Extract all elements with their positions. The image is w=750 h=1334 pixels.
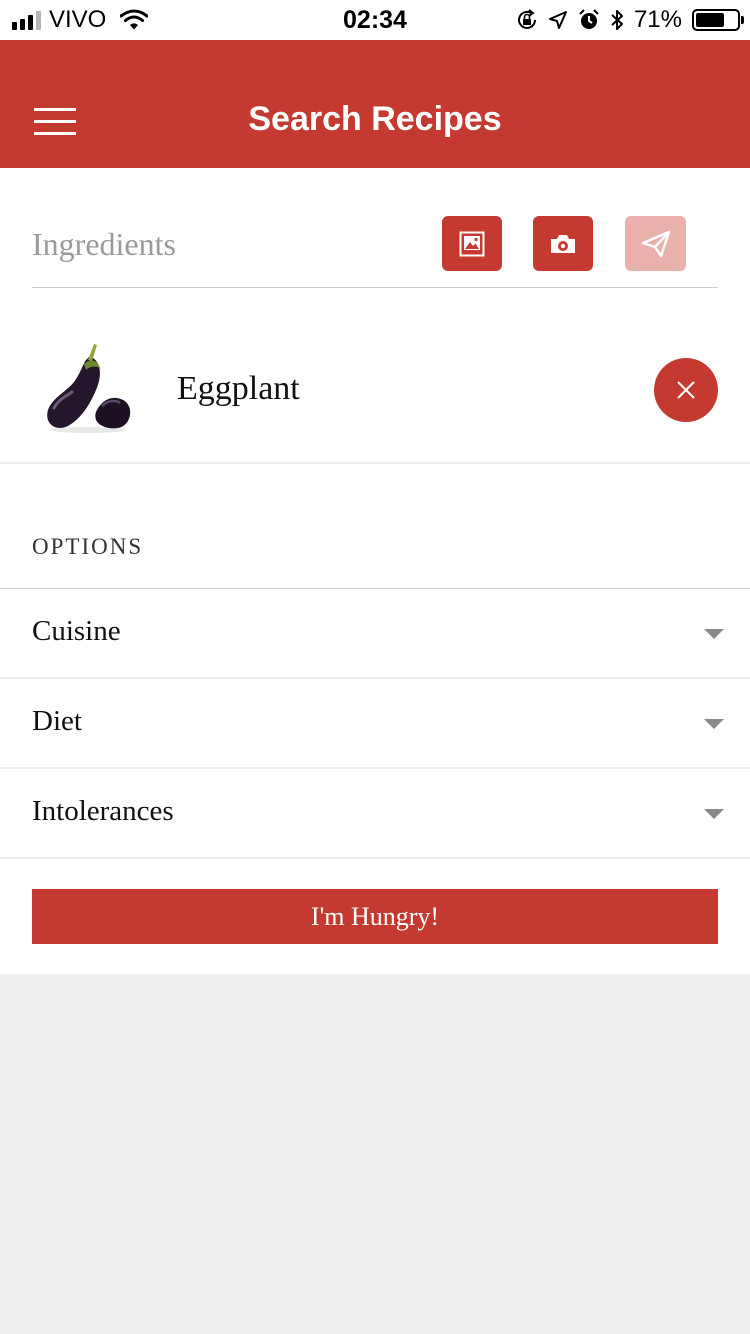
caret-down-icon <box>704 629 724 639</box>
battery-percent: 71% <box>633 6 682 33</box>
im-hungry-button[interactable]: I'm Hungry! <box>32 889 718 944</box>
status-right: 71% <box>516 6 744 34</box>
ingredients-input[interactable] <box>32 224 412 264</box>
send-button[interactable] <box>625 216 686 271</box>
battery-level <box>696 13 725 27</box>
cuisine-dropdown[interactable]: Cuisine <box>0 589 750 679</box>
camera-icon <box>549 233 577 255</box>
camera-button[interactable] <box>533 216 593 271</box>
gallery-button[interactable] <box>442 216 502 271</box>
app-header: Search Recipes <box>0 40 750 168</box>
battery-icon <box>692 9 744 31</box>
main-panel: Eggplant OPTIONS Cuisine Diet Intoleranc… <box>0 168 750 974</box>
image-gallery-icon <box>459 231 485 257</box>
status-bar: VIVO 02:34 71% <box>0 0 750 40</box>
page-title: Search Recipes <box>248 100 502 138</box>
diet-dropdown[interactable]: Diet <box>0 679 750 769</box>
option-label: Diet <box>32 705 82 737</box>
send-icon <box>641 230 671 258</box>
bluetooth-icon <box>610 8 624 32</box>
remove-ingredient-button[interactable] <box>654 358 718 422</box>
intolerances-dropdown[interactable]: Intolerances <box>0 769 750 859</box>
ingredients-search-row <box>32 216 718 288</box>
caret-down-icon <box>704 809 724 819</box>
options-heading: OPTIONS <box>32 534 144 559</box>
ingredient-list-item: Eggplant <box>0 318 750 464</box>
option-label: Cuisine <box>32 615 121 647</box>
close-icon <box>676 380 696 400</box>
option-label: Intolerances <box>32 795 174 827</box>
orientation-lock-icon <box>516 9 538 31</box>
location-icon <box>548 10 568 30</box>
ingredient-name: Eggplant <box>177 370 300 407</box>
caret-down-icon <box>704 719 724 729</box>
eggplant-image <box>40 340 136 436</box>
alarm-icon <box>578 9 600 31</box>
options-list: Cuisine Diet Intolerances <box>0 588 750 859</box>
